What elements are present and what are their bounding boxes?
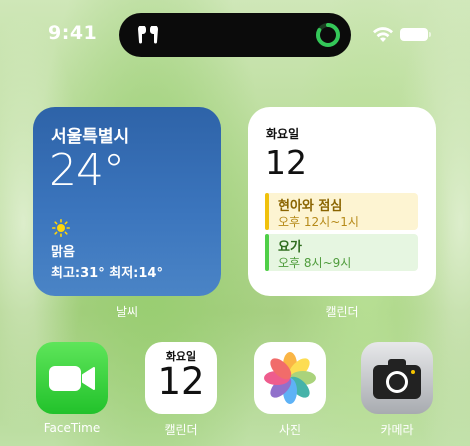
event-title: 현아와 점심 — [278, 199, 343, 214]
event-time: 오후 12시~1시 — [278, 215, 359, 229]
weather-condition: 맑음 — [51, 245, 75, 260]
weather-widget-label: 날씨 — [115, 305, 139, 319]
event-title: 요가 — [278, 240, 302, 255]
calendar-widget-label: 캘린더 — [325, 305, 359, 319]
calendar-app-date: 12 — [157, 360, 205, 403]
dynamic-island[interactable] — [119, 13, 351, 57]
event-time: 오후 8시~9시 — [278, 256, 352, 270]
battery-icon — [400, 28, 428, 41]
app-label-facetime: FaceTime — [43, 421, 101, 435]
video-camera-icon — [49, 366, 95, 391]
photos-icon[interactable] — [254, 342, 326, 414]
battery-cap — [429, 32, 431, 37]
wifi-icon — [373, 27, 393, 42]
calendar-icon[interactable]: 화요일 12 — [145, 342, 217, 414]
app-label-camera: 카메라 — [380, 423, 414, 437]
status-time: 9:41 — [48, 22, 98, 44]
weather-widget[interactable]: 서울특별시 24° 맑음 최고:31° 최저:14° — [33, 107, 221, 296]
event-color-bar — [265, 234, 269, 271]
weather-city: 서울특별시 — [51, 127, 130, 147]
sun-icon — [52, 219, 70, 237]
calendar-widget[interactable]: 화요일 12 현아와 점심 오후 12시~1시 요가 오후 8시~9시 — [248, 107, 436, 296]
photos-flower-icon — [264, 352, 316, 404]
activity-ring-icon — [316, 23, 340, 47]
calendar-weekday: 화요일 — [266, 127, 300, 141]
event-color-bar — [265, 193, 269, 230]
camera-glyph-icon — [373, 359, 421, 399]
camera-icon[interactable] — [361, 342, 433, 414]
facetime-icon[interactable] — [36, 342, 108, 414]
app-label-photos: 사진 — [278, 423, 302, 437]
app-label-calendar: 캘린더 — [164, 423, 198, 437]
weather-temperature: 24° — [49, 145, 125, 196]
calendar-date: 12 — [265, 143, 307, 182]
airpods-icon — [138, 26, 158, 44]
calendar-event[interactable]: 요가 오후 8시~9시 — [265, 234, 418, 271]
calendar-event[interactable]: 현아와 점심 오후 12시~1시 — [265, 193, 418, 230]
weather-high-low: 최고:31° 최저:14° — [51, 266, 163, 281]
